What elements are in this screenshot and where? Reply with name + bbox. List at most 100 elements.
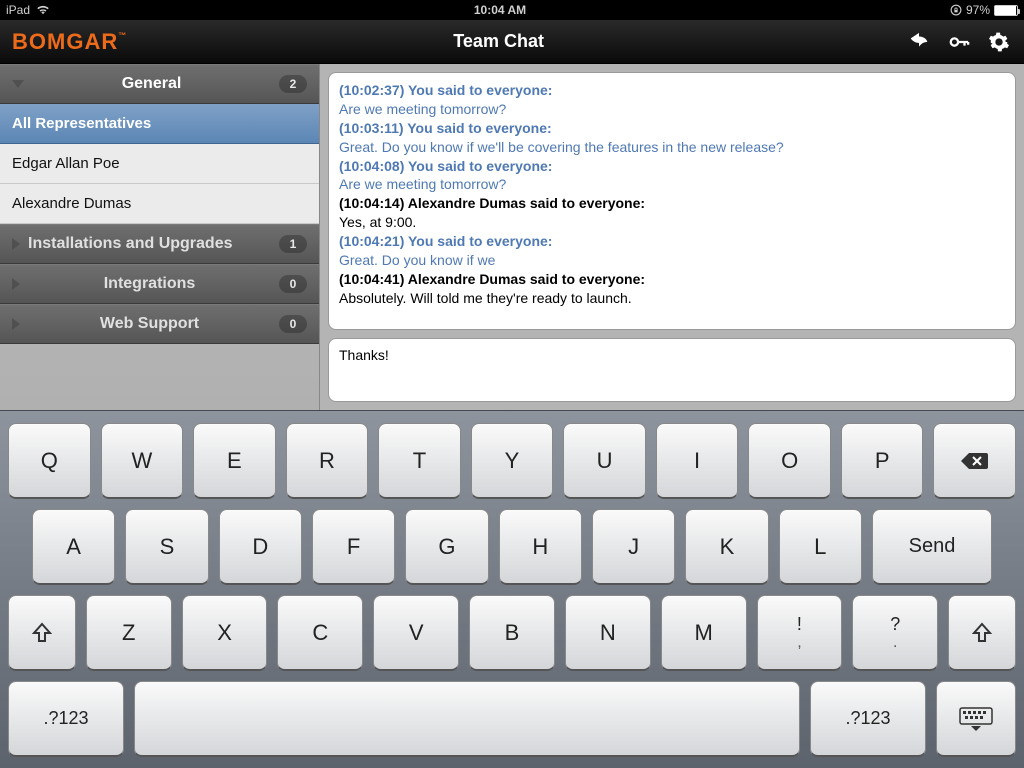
sidebar-section-installations[interactable]: Installations and Upgrades 1 [0, 224, 319, 264]
gear-icon[interactable] [988, 31, 1010, 53]
status-bar: iPad 10:04 AM 97% [0, 0, 1024, 20]
key-question-period[interactable]: ?. [852, 595, 938, 671]
orientation-lock-icon [950, 4, 962, 16]
sidebar-item-label: Edgar Allan Poe [12, 155, 120, 172]
sidebar-section-label: General [24, 75, 279, 93]
key-k[interactable]: K [685, 509, 768, 585]
chat-log[interactable]: (10:02:37) You said to everyone:Are we m… [328, 72, 1016, 330]
chat-message-body: Great. Do you know if we'll be covering … [339, 138, 1005, 157]
key-l[interactable]: L [779, 509, 862, 585]
key-label: .?123 [43, 708, 88, 729]
on-screen-keyboard: QWERTYUIOP ASDFGHJKLSend ZXCVBNM!,?. .?1… [0, 410, 1024, 768]
chat-message-body: Are we meeting tomorrow? [339, 175, 1005, 194]
chat-message-header: (10:03:11) You said to everyone: [339, 119, 1005, 138]
key-y[interactable]: Y [471, 423, 554, 499]
chat-message: (10:04:08) You said to everyone:Are we m… [339, 157, 1005, 195]
key-send[interactable]: Send [872, 509, 992, 585]
count-badge: 2 [279, 75, 307, 93]
key-x[interactable]: X [182, 595, 268, 671]
sidebar-section-label: Web Support [20, 315, 279, 333]
chevron-right-icon [12, 238, 20, 250]
chat-input[interactable]: Thanks! [328, 338, 1016, 402]
sidebar-section-web-support[interactable]: Web Support 0 [0, 304, 319, 344]
chevron-right-icon [12, 278, 20, 290]
sidebar-item-label: All Representatives [12, 115, 151, 132]
sidebar-item-rep[interactable]: Edgar Allan Poe [0, 144, 319, 184]
count-badge: 0 [279, 275, 307, 293]
key-h[interactable]: H [499, 509, 582, 585]
key-e[interactable]: E [193, 423, 276, 499]
key-shift[interactable] [948, 595, 1016, 671]
key-d[interactable]: D [219, 509, 302, 585]
chat-message: (10:03:11) You said to everyone:Great. D… [339, 119, 1005, 157]
backspace-icon [960, 451, 990, 471]
key-v[interactable]: V [373, 595, 459, 671]
key-a[interactable]: A [32, 509, 115, 585]
chevron-right-icon [12, 318, 20, 330]
brand-logo: BOMGAR™ [0, 29, 139, 55]
key-g[interactable]: G [405, 509, 488, 585]
key-label-top: ! [797, 615, 802, 633]
sidebar-section-label: Integrations [20, 275, 279, 293]
chat-message: (10:04:21) You said to everyone:Great. D… [339, 232, 1005, 270]
sidebar-section-label: Installations and Upgrades [20, 235, 279, 253]
shift-icon [30, 621, 54, 645]
main-area: General 2 All Representatives Edgar Alla… [0, 64, 1024, 410]
wifi-icon [36, 5, 50, 15]
key-t[interactable]: T [378, 423, 461, 499]
key-label-bot: , [797, 635, 801, 651]
chat-message-body: Are we meeting tomorrow? [339, 100, 1005, 119]
battery-icon [994, 5, 1018, 16]
key-w[interactable]: W [101, 423, 184, 499]
share-icon[interactable] [908, 31, 930, 53]
key-m[interactable]: M [661, 595, 747, 671]
chat-message-header: (10:02:37) You said to everyone: [339, 81, 1005, 100]
count-badge: 1 [279, 235, 307, 253]
key-i[interactable]: I [656, 423, 739, 499]
key-space[interactable] [134, 681, 800, 757]
shift-icon [970, 621, 994, 645]
sidebar-item-all-reps[interactable]: All Representatives [0, 104, 319, 144]
key-r[interactable]: R [286, 423, 369, 499]
key-u[interactable]: U [563, 423, 646, 499]
key-f[interactable]: F [312, 509, 395, 585]
key-z[interactable]: Z [86, 595, 172, 671]
key-label-bot: . [893, 635, 897, 651]
key-shift[interactable] [8, 595, 76, 671]
key-s[interactable]: S [125, 509, 208, 585]
device-label: iPad [6, 3, 30, 17]
chat-message-header: (10:04:21) You said to everyone: [339, 232, 1005, 251]
chat-message-header: (10:04:08) You said to everyone: [339, 157, 1005, 176]
keyboard-dismiss-icon [959, 707, 993, 731]
battery-pct: 97% [966, 3, 990, 17]
sidebar-item-label: Alexandre Dumas [12, 195, 131, 212]
chat-message: (10:04:41) Alexandre Dumas said to every… [339, 270, 1005, 308]
key-q[interactable]: Q [8, 423, 91, 499]
sidebar-section-integrations[interactable]: Integrations 0 [0, 264, 319, 304]
key-label: .?123 [845, 708, 890, 729]
key-icon[interactable] [948, 31, 970, 53]
key-p[interactable]: P [841, 423, 924, 499]
clock: 10:04 AM [50, 3, 950, 17]
key-b[interactable]: B [469, 595, 555, 671]
page-title: Team Chat [139, 31, 908, 52]
sidebar: General 2 All Representatives Edgar Alla… [0, 64, 320, 410]
chat-message-header: (10:04:41) Alexandre Dumas said to every… [339, 270, 1005, 289]
key-exclaim-comma[interactable]: !, [757, 595, 843, 671]
key-mode-switch[interactable]: .?123 [8, 681, 124, 757]
key-label-top: ? [890, 615, 900, 633]
key-dismiss-keyboard[interactable] [936, 681, 1016, 757]
key-j[interactable]: J [592, 509, 675, 585]
chevron-down-icon [12, 80, 24, 88]
sidebar-item-rep[interactable]: Alexandre Dumas [0, 184, 319, 224]
chat-message-body: Yes, at 9:00. [339, 213, 1005, 232]
key-mode-switch[interactable]: .?123 [810, 681, 926, 757]
key-c[interactable]: C [277, 595, 363, 671]
key-backspace[interactable] [933, 423, 1016, 499]
key-o[interactable]: O [748, 423, 831, 499]
chat-message-body: Great. Do you know if we [339, 251, 1005, 270]
key-n[interactable]: N [565, 595, 651, 671]
nav-bar: BOMGAR™ Team Chat [0, 20, 1024, 64]
sidebar-section-general[interactable]: General 2 [0, 64, 319, 104]
chat-input-value: Thanks! [339, 347, 389, 363]
